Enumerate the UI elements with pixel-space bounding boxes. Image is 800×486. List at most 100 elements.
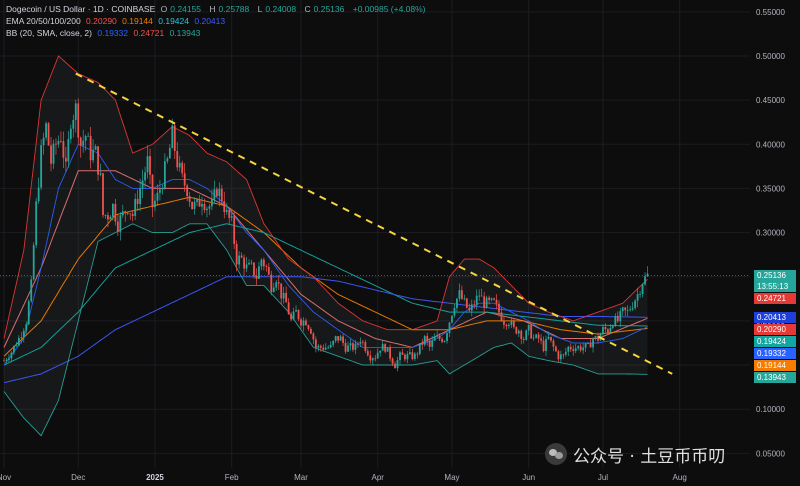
candle-body: [126, 212, 129, 214]
candle-body: [295, 310, 297, 312]
watermark: 公众号 · 土豆币币叨: [545, 440, 725, 468]
candle-body: [94, 146, 97, 150]
candle-body: [74, 103, 77, 120]
candle-body: [468, 307, 471, 311]
countdown-label: 13:55:13: [757, 282, 789, 292]
candle-body: [245, 264, 248, 269]
candle-body: [20, 337, 23, 338]
candle-body: [305, 320, 307, 326]
candle-body: [453, 307, 456, 316]
candle-body: [87, 135, 90, 137]
candle-body: [389, 347, 391, 359]
candle-body: [498, 303, 500, 313]
candle-body: [225, 210, 228, 213]
candle-body: [584, 343, 587, 348]
candle-body: [574, 348, 577, 351]
candle-body: [409, 352, 411, 355]
candle-body: [545, 338, 547, 351]
high-value: 0.25788: [218, 4, 250, 14]
candle-body: [144, 172, 146, 181]
candle-body: [72, 119, 75, 129]
x-tick-label: Dec: [71, 473, 85, 482]
candle-body: [243, 257, 245, 269]
candle-body: [530, 324, 533, 339]
candle-body: [520, 330, 523, 339]
candle-body: [238, 255, 241, 265]
candle-body: [186, 185, 189, 197]
bb-name: BB (20, SMA, close, 2): [6, 28, 92, 38]
price-chart[interactable]: 0.55000 0.50000 0.45000 0.40000 0.35000 0.300…: [0, 0, 800, 486]
candle-body: [69, 128, 72, 140]
candle-body: [490, 298, 493, 300]
candle-body: [550, 336, 552, 341]
x-axis[interactable]: Nov Dec 2025 Feb Mar Apr May Jun Jul Aug: [0, 473, 687, 482]
candle-body: [134, 198, 137, 216]
candle-body: [47, 123, 50, 146]
candle-body: [522, 338, 525, 340]
candle-body: [62, 141, 65, 158]
candle-body: [37, 187, 40, 202]
candle-body: [495, 299, 498, 304]
candle-body: [181, 162, 184, 174]
candle-body: [8, 358, 10, 360]
candle-body: [540, 338, 542, 341]
y-tick-label: 0.10000: [756, 405, 785, 414]
candle-body: [131, 213, 134, 216]
candle-body: [282, 292, 285, 299]
candle-body: [589, 343, 592, 348]
candle-body: [15, 345, 18, 347]
candle-body: [10, 352, 13, 359]
candle-body: [374, 358, 377, 360]
candle-body: [82, 140, 85, 146]
candle-body: [272, 287, 275, 292]
candle-body: [433, 336, 436, 341]
candle-body: [314, 339, 317, 348]
candle-body: [418, 343, 421, 354]
candle-body: [361, 341, 364, 343]
bb-upper-value: 0.24721: [133, 28, 165, 38]
candle-body: [265, 266, 268, 267]
candle-body: [569, 346, 572, 350]
candle-body: [27, 301, 30, 325]
candle-body: [102, 173, 104, 216]
price-tag: 0.24721: [754, 293, 796, 305]
candle-body: [438, 335, 441, 339]
y-tick-label: 0.45000: [756, 96, 785, 105]
candle-body: [129, 213, 132, 215]
candle-body: [45, 123, 47, 138]
candle-body: [616, 316, 619, 322]
candle-body: [154, 200, 156, 208]
candle-body: [394, 363, 396, 369]
candle-body: [92, 149, 94, 161]
candle-body: [592, 338, 594, 348]
candle-body: [473, 304, 476, 306]
legend-ema[interactable]: EMA 20/50/100/200 0.20290 0.19144 0.1942…: [6, 16, 228, 27]
candle-body: [485, 297, 488, 308]
y-tick-label: 0.40000: [756, 140, 785, 149]
open-label: O: [160, 4, 168, 14]
candle-body: [89, 135, 92, 161]
candle-body: [379, 350, 382, 353]
candle-body: [386, 347, 389, 352]
y-axis[interactable]: 0.55000 0.50000 0.45000 0.40000 0.35000 0.300…: [756, 8, 785, 459]
candle-body: [277, 282, 280, 284]
candle-body: [602, 327, 604, 335]
candle-body: [290, 314, 292, 320]
candle-body: [354, 343, 357, 350]
legend-symbol[interactable]: Dogecoin / US Dollar · 1D · COINBASE O 0.…: [6, 4, 429, 15]
candle-body: [159, 189, 161, 193]
candle-body: [270, 274, 273, 292]
candle-body: [13, 345, 15, 353]
candle-body: [508, 324, 510, 327]
candle-body: [208, 206, 211, 209]
candle-body: [564, 351, 567, 355]
candle-body: [240, 255, 243, 258]
legend-bb[interactable]: BB (20, SMA, close, 2) 0.19332 0.24721 0…: [6, 28, 203, 39]
candle-body: [567, 346, 570, 352]
candle-body: [465, 298, 468, 308]
candle-body: [557, 351, 560, 360]
candle-body: [196, 199, 198, 202]
candle-body: [329, 344, 332, 348]
candle-body: [641, 284, 644, 294]
candle-body: [5, 359, 8, 361]
